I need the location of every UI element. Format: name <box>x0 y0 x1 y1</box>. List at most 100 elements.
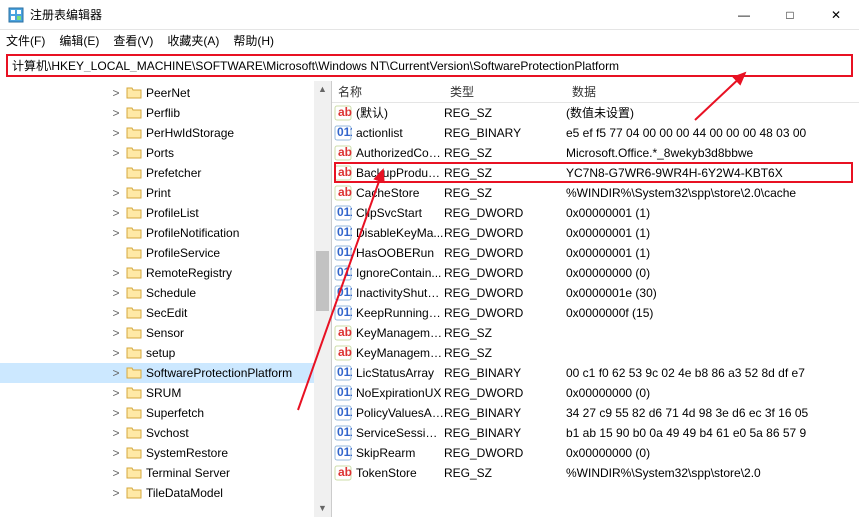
svg-text:011: 011 <box>337 365 352 379</box>
tree-item-secedit[interactable]: >SecEdit <box>0 303 331 323</box>
expand-icon[interactable]: > <box>110 266 122 280</box>
tree-item-prefetcher[interactable]: Prefetcher <box>0 163 331 183</box>
value-row[interactable]: 011SkipRearmREG_DWORD0x00000000 (0) <box>332 443 859 463</box>
col-name[interactable]: 名称 <box>332 83 444 100</box>
expand-icon[interactable]: > <box>110 446 122 460</box>
tree-item-profileservice[interactable]: ProfileService <box>0 243 331 263</box>
address-input[interactable] <box>12 58 847 72</box>
value-row[interactable]: 011IgnoreContain...REG_DWORD0x00000000 (… <box>332 263 859 283</box>
tree-item-systemrestore[interactable]: >SystemRestore <box>0 443 331 463</box>
col-data[interactable]: 数据 <box>566 83 859 100</box>
tree-item-sensor[interactable]: >Sensor <box>0 323 331 343</box>
value-row[interactable]: 011actionlistREG_BINARYe5 ef f5 77 04 00… <box>332 123 859 143</box>
value-row[interactable]: 011PolicyValuesAr...REG_BINARY34 27 c9 5… <box>332 403 859 423</box>
value-name: ClipSvcStart <box>356 206 444 220</box>
expand-icon[interactable]: > <box>110 86 122 100</box>
expand-icon[interactable]: > <box>110 126 122 140</box>
tree-item-label: setup <box>146 346 175 360</box>
expand-icon[interactable]: > <box>110 286 122 300</box>
value-type: REG_DWORD <box>444 246 566 260</box>
binary-value-icon: 011 <box>334 265 352 281</box>
scroll-up-icon[interactable]: ▲ <box>314 81 331 98</box>
expand-icon[interactable]: > <box>110 106 122 120</box>
scroll-thumb[interactable] <box>316 251 329 311</box>
expand-icon[interactable]: > <box>110 326 122 340</box>
tree-item-softwareprotectionplatform[interactable]: >SoftwareProtectionPlatform <box>0 363 331 383</box>
expand-icon[interactable]: > <box>110 186 122 200</box>
folder-icon <box>126 426 142 440</box>
folder-icon <box>126 346 142 360</box>
value-row[interactable]: 011DisableKeyMa...REG_DWORD0x00000001 (1… <box>332 223 859 243</box>
tree-item-tiledatamodel[interactable]: >TileDataModel <box>0 483 331 503</box>
menu-edit[interactable]: 编辑(E) <box>59 32 99 49</box>
value-row[interactable]: 011ClipSvcStartREG_DWORD0x00000001 (1) <box>332 203 859 223</box>
tree-item-profilelist[interactable]: >ProfileList <box>0 203 331 223</box>
tree-pane[interactable]: >PeerNet>Perflib>PerHwIdStorage>PortsPre… <box>0 81 332 517</box>
window-title: 注册表编辑器 <box>30 6 721 23</box>
tree-item-ports[interactable]: >Ports <box>0 143 331 163</box>
value-row[interactable]: abTokenStoreREG_SZ%WINDIR%\System32\spp\… <box>332 463 859 483</box>
expand-icon[interactable]: > <box>110 366 122 380</box>
menu-help[interactable]: 帮助(H) <box>233 32 274 49</box>
tree-scrollbar[interactable]: ▲ ▼ <box>314 81 331 517</box>
expand-icon[interactable]: > <box>110 386 122 400</box>
value-row[interactable]: abCacheStoreREG_SZ%WINDIR%\System32\spp\… <box>332 183 859 203</box>
expand-icon[interactable]: > <box>110 306 122 320</box>
value-row[interactable]: 011KeepRunningT...REG_DWORD0x0000000f (1… <box>332 303 859 323</box>
value-row[interactable]: abKeyManageme...REG_SZ <box>332 323 859 343</box>
menu-view[interactable]: 查看(V) <box>113 32 153 49</box>
tree-item-remoteregistry[interactable]: >RemoteRegistry <box>0 263 331 283</box>
tree-item-print[interactable]: >Print <box>0 183 331 203</box>
value-type: REG_BINARY <box>444 366 566 380</box>
tree-item-srum[interactable]: > SRUM <box>0 383 331 403</box>
value-type: REG_DWORD <box>444 266 566 280</box>
tree-item-label: Perflib <box>146 106 180 120</box>
value-row[interactable]: 011ServiceSession...REG_BINARYb1 ab 15 9… <box>332 423 859 443</box>
tree-item-svchost[interactable]: > Svchost <box>0 423 331 443</box>
values-pane[interactable]: 名称 类型 数据 ab(默认)REG_SZ(数值未设置)011actionlis… <box>332 81 859 517</box>
tree-item-label: SRUM <box>146 386 181 400</box>
tree-item-profilenotification[interactable]: > ProfileNotification <box>0 223 331 243</box>
tree-item-peernet[interactable]: >PeerNet <box>0 83 331 103</box>
expand-icon[interactable]: > <box>110 426 122 440</box>
tree-item-perhwidstorage[interactable]: >PerHwIdStorage <box>0 123 331 143</box>
value-row[interactable]: 011NoExpirationUXREG_DWORD0x00000000 (0) <box>332 383 859 403</box>
close-button[interactable]: ✕ <box>813 0 859 30</box>
binary-value-icon: 011 <box>334 425 352 441</box>
value-type: REG_DWORD <box>444 306 566 320</box>
folder-icon <box>126 146 142 160</box>
value-type: REG_BINARY <box>444 406 566 420</box>
value-row[interactable]: abKeyManageme...REG_SZ <box>332 343 859 363</box>
menu-file[interactable]: 文件(F) <box>6 32 45 49</box>
expand-icon[interactable]: > <box>110 406 122 420</box>
expand-icon[interactable]: > <box>110 226 122 240</box>
minimize-button[interactable]: — <box>721 0 767 30</box>
value-row[interactable]: 011HasOOBERunREG_DWORD0x00000001 (1) <box>332 243 859 263</box>
folder-icon <box>126 386 142 400</box>
folder-icon <box>126 206 142 220</box>
tree-item-superfetch[interactable]: >Superfetch <box>0 403 331 423</box>
scroll-down-icon[interactable]: ▼ <box>314 500 331 517</box>
value-row[interactable]: abBackupProduc...REG_SZYC7N8-G7WR6-9WR4H… <box>332 163 859 183</box>
expand-icon[interactable]: > <box>110 146 122 160</box>
col-type[interactable]: 类型 <box>444 83 566 100</box>
expand-icon[interactable]: > <box>110 486 122 500</box>
tree-item-terminal server[interactable]: >Terminal Server <box>0 463 331 483</box>
expand-icon[interactable]: > <box>110 466 122 480</box>
expand-icon[interactable]: > <box>110 206 122 220</box>
titlebar: 注册表编辑器 — □ ✕ <box>0 0 859 30</box>
tree-item-perflib[interactable]: > Perflib <box>0 103 331 123</box>
tree-item-label: Svchost <box>146 426 189 440</box>
value-type: REG_DWORD <box>444 386 566 400</box>
menu-favorites[interactable]: 收藏夹(A) <box>167 32 219 49</box>
value-row[interactable]: 011LicStatusArrayREG_BINARY00 c1 f0 62 5… <box>332 363 859 383</box>
tree-item-label: ProfileNotification <box>146 226 239 240</box>
maximize-button[interactable]: □ <box>767 0 813 30</box>
value-data: 0x00000001 (1) <box>566 246 859 260</box>
tree-item-schedule[interactable]: >Schedule <box>0 283 331 303</box>
value-row[interactable]: 011InactivityShutd...REG_DWORD0x0000001e… <box>332 283 859 303</box>
expand-icon[interactable]: > <box>110 346 122 360</box>
tree-item-setup[interactable]: > setup <box>0 343 331 363</box>
value-row[interactable]: ab(默认)REG_SZ(数值未设置) <box>332 103 859 123</box>
value-row[interactable]: abAuthorizedCon...REG_SZMicrosoft.Office… <box>332 143 859 163</box>
